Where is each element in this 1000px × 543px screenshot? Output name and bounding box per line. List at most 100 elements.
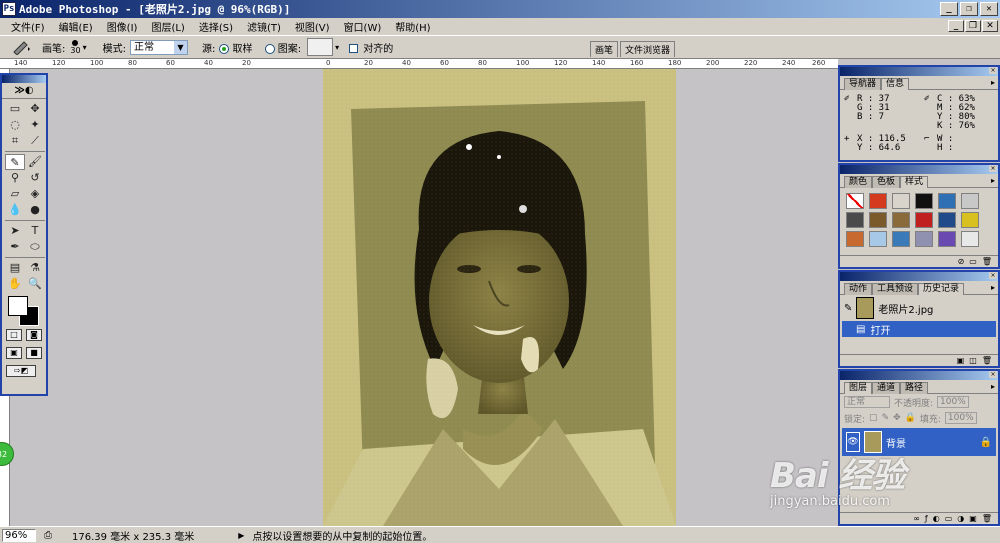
style-swatch[interactable]: [938, 231, 956, 247]
status-menu-icon[interactable]: ▶: [238, 531, 244, 540]
close-icon[interactable]: ×: [989, 165, 997, 172]
panel-menu-icon[interactable]: ▸: [991, 176, 995, 187]
tab-channels[interactable]: 通道: [872, 382, 901, 394]
foreground-color-swatch[interactable]: [8, 296, 28, 316]
history-snapshot[interactable]: ✎ 老照片2.jpg: [840, 295, 998, 321]
adjustment-layer-icon[interactable]: ◑: [957, 514, 964, 523]
style-swatch[interactable]: [961, 212, 979, 228]
panel-menu-icon[interactable]: ▸: [991, 78, 995, 89]
style-swatch[interactable]: [915, 212, 933, 228]
pattern-radio[interactable]: [264, 43, 275, 54]
style-swatch[interactable]: [915, 231, 933, 247]
type-tool-icon[interactable]: T: [25, 223, 45, 239]
slice-tool-icon[interactable]: ⟋: [25, 133, 45, 149]
panel-menu-icon[interactable]: ▸: [991, 382, 995, 393]
new-style-icon[interactable]: ▭: [969, 257, 977, 266]
doc-restore-button[interactable]: ❐: [965, 20, 981, 32]
dodge-tool-icon[interactable]: ●: [25, 202, 45, 218]
close-icon[interactable]: ×: [989, 272, 997, 279]
magic-wand-tool-icon[interactable]: ✦: [25, 117, 45, 133]
marquee-tool-icon[interactable]: ▭: [5, 101, 25, 117]
standard-mode-icon[interactable]: □: [6, 329, 22, 341]
lasso-tool-icon[interactable]: ◌: [5, 117, 25, 133]
tab-styles[interactable]: 样式: [900, 176, 929, 188]
style-swatch[interactable]: [869, 231, 887, 247]
aligned-checkbox[interactable]: [349, 44, 359, 53]
brush-dropdown-icon[interactable]: ▾: [83, 43, 87, 52]
standard-screen-icon[interactable]: ▣: [6, 347, 22, 359]
close-icon[interactable]: ×: [989, 67, 997, 74]
menu-image[interactable]: 图像(I): [100, 19, 145, 34]
history-brush-tool-icon[interactable]: ↺: [25, 170, 45, 186]
tab-paths[interactable]: 路径: [900, 382, 929, 394]
minimize-button[interactable]: _: [940, 2, 958, 16]
lock-position-icon[interactable]: ✥: [893, 413, 901, 423]
clear-style-icon[interactable]: ⊘: [958, 257, 965, 266]
style-swatch[interactable]: [869, 193, 887, 209]
close-icon[interactable]: ×: [989, 371, 997, 378]
history-step[interactable]: ▤ 打开: [842, 321, 996, 337]
path-selection-tool-icon[interactable]: ➤: [5, 223, 25, 239]
palette-well-brushes[interactable]: 画笔: [590, 41, 619, 57]
quick-mask-mode-icon[interactable]: ◙: [26, 329, 42, 341]
photoshop-feather-icon[interactable]: ≫◐: [2, 83, 46, 99]
style-swatch[interactable]: [846, 212, 864, 228]
full-screen-icon[interactable]: ■: [26, 347, 42, 359]
tab-color[interactable]: 颜色: [844, 176, 873, 188]
source-sampled-option[interactable]: 取样: [219, 40, 253, 55]
link-layers-icon[interactable]: ∞: [913, 514, 920, 523]
restore-button[interactable]: ❐: [960, 2, 978, 16]
new-snapshot-icon[interactable]: ◫: [969, 356, 977, 365]
crop-tool-icon[interactable]: ⌗: [5, 133, 25, 149]
layer-style-icon[interactable]: ƒ: [925, 514, 928, 523]
new-group-icon[interactable]: ▭: [945, 514, 953, 523]
menu-filter[interactable]: 滤镜(T): [240, 19, 288, 34]
style-swatch[interactable]: [892, 231, 910, 247]
delete-layer-icon[interactable]: 🗑: [982, 514, 992, 523]
notes-tool-icon[interactable]: ▤: [5, 260, 25, 276]
menu-file[interactable]: 文件(F): [4, 19, 52, 34]
delete-style-icon[interactable]: 🗑: [982, 257, 992, 266]
menu-layer[interactable]: 图层(L): [144, 19, 191, 34]
style-swatch[interactable]: [846, 231, 864, 247]
style-swatch[interactable]: [869, 212, 887, 228]
pattern-dropdown-icon[interactable]: ▾: [335, 43, 339, 52]
style-swatch[interactable]: [892, 193, 910, 209]
menu-help[interactable]: 帮助(H): [388, 19, 437, 34]
no-style-swatch[interactable]: [846, 193, 864, 209]
tab-navigator[interactable]: 导航器: [844, 78, 882, 90]
toolbox-titlebar[interactable]: [2, 75, 46, 83]
style-swatch[interactable]: [938, 212, 956, 228]
sampled-radio[interactable]: [219, 43, 230, 54]
brush-picker[interactable]: 30: [70, 39, 81, 55]
lock-image-icon[interactable]: ✎: [882, 413, 890, 423]
clone-stamp-tool-icon[interactable]: ⚲: [5, 170, 25, 186]
fill-field[interactable]: 100%: [944, 412, 977, 424]
tab-swatches[interactable]: 色板: [872, 176, 901, 188]
doc-minimize-button[interactable]: _: [948, 20, 964, 32]
eyedropper-tool-icon[interactable]: ⚗: [25, 260, 45, 276]
menu-edit[interactable]: 编辑(E): [52, 19, 100, 34]
shape-tool-icon[interactable]: ⬭: [25, 239, 45, 255]
delete-state-icon[interactable]: 🗑: [982, 356, 992, 365]
move-tool-icon[interactable]: ✥: [25, 101, 45, 117]
palette-well-file-browser[interactable]: 文件浏览器: [620, 41, 676, 57]
new-document-from-state-icon[interactable]: ▣: [957, 356, 965, 365]
pen-tool-icon[interactable]: ✒: [5, 239, 25, 255]
mode-select[interactable]: 正常 ▼: [129, 39, 188, 55]
tab-history[interactable]: 历史记录: [918, 283, 965, 295]
style-swatch[interactable]: [938, 193, 956, 209]
paint-bucket-tool-icon[interactable]: ◈: [25, 186, 45, 202]
brush-tool-icon[interactable]: 🖌: [25, 154, 45, 170]
zoom-tool-icon[interactable]: 🔍: [25, 276, 45, 292]
source-pattern-option[interactable]: 图案:: [264, 40, 301, 55]
doc-close-button[interactable]: ✕: [982, 20, 998, 32]
panel-titlebar[interactable]: ×: [840, 67, 998, 76]
blur-tool-icon[interactable]: 💧: [5, 202, 25, 218]
panel-menu-icon[interactable]: ▸: [991, 283, 995, 294]
tab-info[interactable]: 信息: [881, 78, 910, 90]
menu-window[interactable]: 窗口(W): [337, 19, 389, 34]
style-swatch[interactable]: [961, 193, 979, 209]
opacity-field[interactable]: 100%: [937, 396, 969, 408]
history-brush-source-icon[interactable]: ✎: [844, 303, 852, 314]
